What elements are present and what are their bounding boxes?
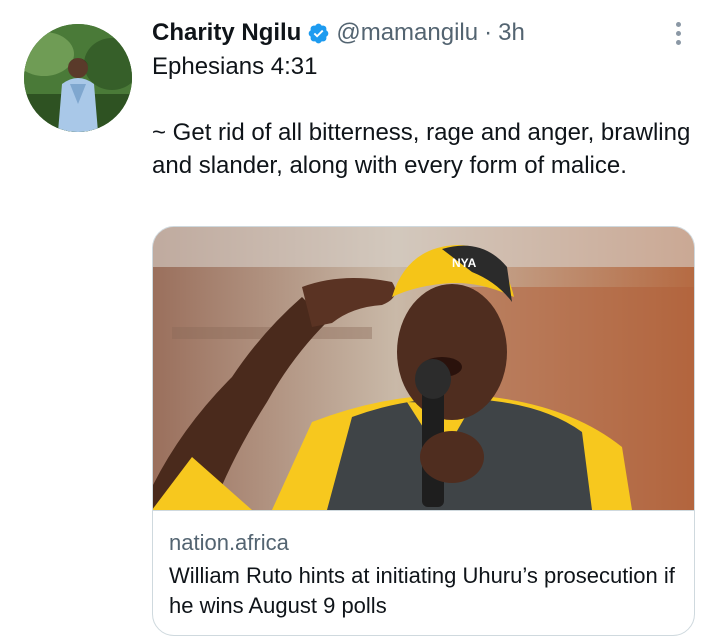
- link-preview-card[interactable]: NYA nation.africa William Ruto hints at …: [152, 226, 695, 636]
- more-dot: [675, 30, 681, 36]
- more-dot: [675, 21, 681, 27]
- card-title[interactable]: William Ruto hints at initiating Uhuru’s…: [169, 561, 679, 621]
- author-name[interactable]: Charity Ngilu: [152, 18, 301, 48]
- more-dot: [675, 39, 681, 45]
- tweet-text-line: ~ Get rid of all bitterness, rage and an…: [152, 119, 691, 179]
- tweet-timestamp[interactable]: 3h: [498, 18, 525, 48]
- card-image[interactable]: NYA: [153, 227, 694, 510]
- card-domain[interactable]: nation.africa: [169, 529, 289, 557]
- avatar-photo: [24, 24, 132, 132]
- tweet-header: Charity Ngilu @mamangilu · 3h: [152, 18, 690, 48]
- tweet-text: Ephesians 4:31 ~ Get rid of all bitterne…: [152, 50, 697, 182]
- separator-dot: ·: [484, 19, 493, 46]
- more-options-icon[interactable]: [666, 18, 690, 48]
- cap-logo-text: NYA: [452, 256, 477, 270]
- card-body: nation.africa William Ruto hints at init…: [153, 510, 694, 635]
- author-handle[interactable]: @mamangilu: [336, 18, 478, 48]
- tweet-text-line: Ephesians 4:31: [152, 53, 318, 80]
- author-avatar[interactable]: [24, 24, 132, 132]
- verified-badge-icon: [309, 23, 329, 43]
